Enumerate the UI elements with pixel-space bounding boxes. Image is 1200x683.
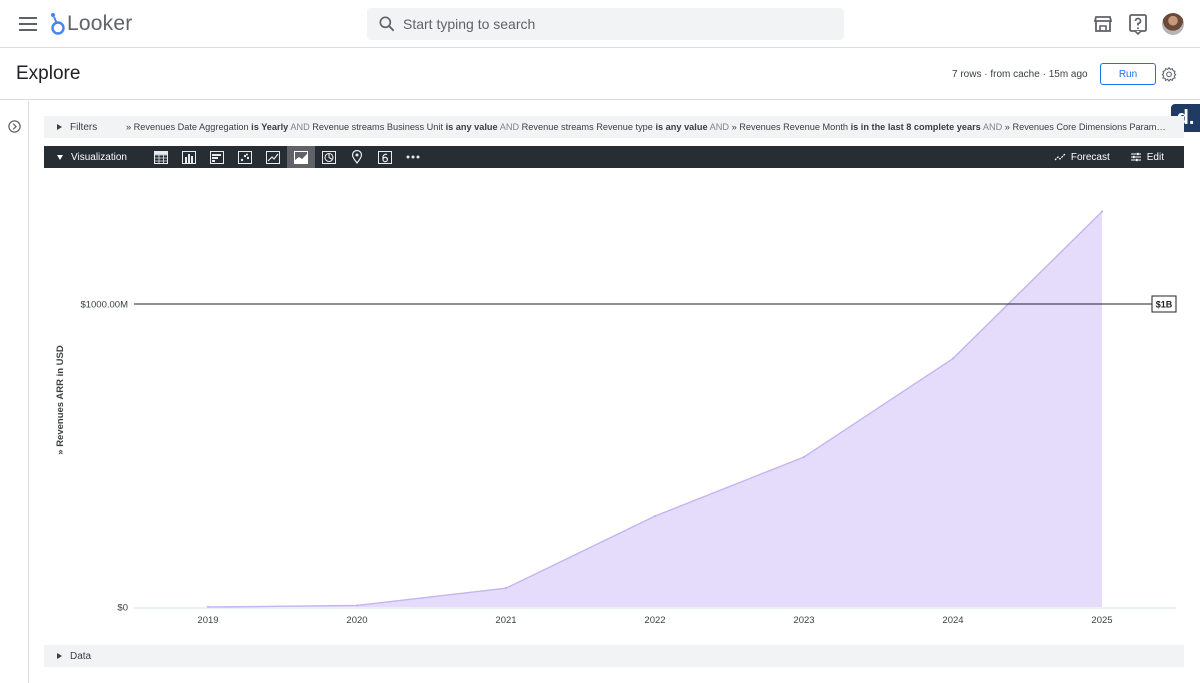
user-avatar[interactable]	[1162, 13, 1184, 35]
area-chart-icon[interactable]	[287, 146, 315, 168]
filters-label[interactable]: Filters	[70, 122, 120, 133]
hamburger-menu-icon[interactable]	[16, 12, 40, 36]
data-point-2025	[1100, 210, 1104, 213]
more-options-icon[interactable]	[399, 146, 427, 168]
column-chart-icon[interactable]	[175, 146, 203, 168]
single-value-icon[interactable]	[371, 146, 399, 168]
x-tick-label: 2019	[197, 615, 218, 626]
visualization-label[interactable]: Visualization	[71, 152, 147, 163]
data-label: Data	[70, 650, 92, 662]
edit-label: Edit	[1146, 151, 1164, 163]
left-rail	[0, 101, 29, 683]
search-input[interactable]	[403, 16, 823, 32]
caret-right-icon	[57, 653, 62, 659]
data-point-2024	[951, 357, 955, 360]
forecast-icon	[1054, 153, 1066, 161]
filter-condition: is any value	[655, 122, 708, 132]
x-tick-label: 2020	[346, 615, 367, 626]
filters-bar[interactable]: Filters » Revenues Date Aggregation is Y…	[44, 116, 1184, 138]
data-point-2021	[504, 587, 508, 590]
filter-and-connector: AND	[707, 122, 732, 132]
search-bar[interactable]	[367, 8, 844, 40]
scatter-chart-icon[interactable]	[231, 146, 259, 168]
gear-icon[interactable]	[1161, 66, 1177, 82]
line-chart-icon[interactable]	[259, 146, 287, 168]
page-title: Explore	[16, 63, 81, 84]
visualization-bar: Visualization Forecast Edit	[44, 146, 1184, 168]
sliders-icon	[1130, 152, 1141, 162]
looker-logo[interactable]: Looker	[49, 11, 132, 37]
forecast-button[interactable]: Forecast	[1054, 152, 1110, 163]
x-tick-label: 2022	[644, 615, 665, 626]
data-section-bar[interactable]: Data	[44, 645, 1184, 667]
data-point-2022	[653, 514, 657, 518]
forecast-label: Forecast	[1070, 151, 1110, 163]
run-button[interactable]: Run	[1100, 63, 1156, 85]
filter-condition: is in the last 8 complete years	[850, 122, 981, 132]
map-pin-icon[interactable]	[343, 146, 371, 168]
filter-field: Revenue streams Business Unit	[312, 122, 446, 132]
data-point-2020	[355, 604, 359, 607]
app-name: Looker	[67, 12, 133, 35]
filter-and-connector: AND	[497, 122, 522, 132]
data-point-2023	[802, 455, 806, 459]
filters-summary: » Revenues Date Aggregation is Yearly AN…	[126, 122, 1166, 132]
chart-svg: $1B $0 $1000.00M 2019 2020 2021 2022 2023 2024 20…	[55, 210, 1177, 626]
looker-logo-icon	[51, 13, 65, 35]
filter-and-connector: AND	[288, 122, 313, 132]
y-tick-label: $1000.00M	[80, 300, 128, 311]
x-tick-label: 2025	[1091, 615, 1112, 626]
x-tick-label: 2023	[793, 615, 814, 626]
pie-chart-icon[interactable]	[315, 146, 343, 168]
marketplace-icon[interactable]	[1091, 12, 1115, 36]
x-tick-label: 2021	[495, 615, 516, 626]
area-chart: $1B $0 $1000.00M 2019 2020 2021 2022 2023 2024 20…	[44, 170, 1184, 640]
filter-and-connector: AND	[980, 122, 1005, 132]
edit-button[interactable]: Edit	[1130, 152, 1164, 163]
expand-panel-icon[interactable]	[7, 119, 22, 134]
search-icon	[379, 16, 395, 32]
filter-field: » Revenues Date Aggregation	[126, 122, 252, 132]
explore-header: Explore 7 rows · from cache · 15m ago Ru…	[0, 49, 1200, 100]
query-status: 7 rows · from cache · 15m ago	[952, 69, 1088, 80]
y-axis-label: » Revenues ARR in USD	[55, 345, 66, 455]
caret-down-icon	[57, 154, 63, 160]
y-tick-label: $0	[117, 603, 128, 614]
help-icon[interactable]	[1126, 12, 1150, 36]
top-bar: Looker	[0, 0, 1200, 48]
filter-condition: is Yearly	[251, 122, 289, 132]
filter-condition: is any value	[445, 122, 498, 132]
filter-field: Revenue streams Revenue type	[521, 122, 656, 132]
table-chart-icon[interactable]	[147, 146, 175, 168]
filter-field: » Revenues Revenue Month	[731, 122, 851, 132]
x-tick-label: 2024	[942, 615, 963, 626]
reference-line-label: $1B	[1156, 300, 1173, 310]
series-area	[208, 211, 1102, 607]
filter-field: » Revenues Core Dimensions Paramet...	[1004, 122, 1166, 132]
caret-right-icon	[57, 124, 62, 130]
bar-chart-icon[interactable]	[203, 146, 231, 168]
